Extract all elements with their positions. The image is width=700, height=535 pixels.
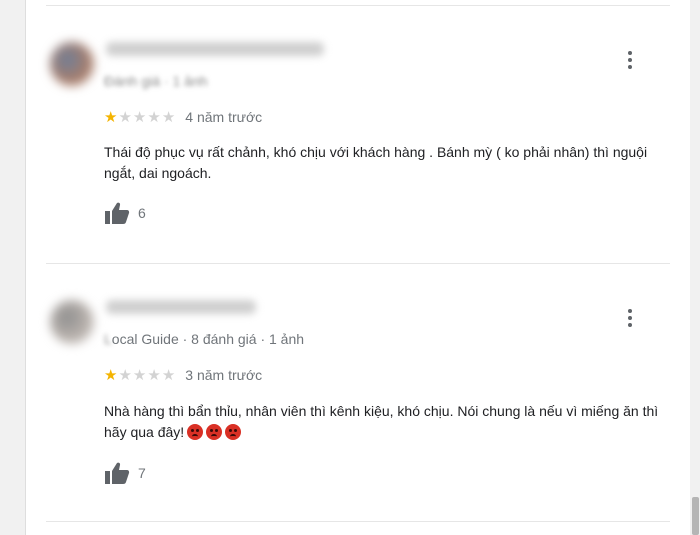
- like-count: 6: [138, 205, 146, 221]
- reviewer-meta-visible: ocal Guide · 8 đánh giá · 1 ảnh: [111, 331, 305, 347]
- more-options-button[interactable]: [622, 308, 638, 328]
- star-icon: ★: [132, 366, 147, 384]
- divider: [46, 263, 670, 264]
- star-icon: ★: [161, 108, 176, 126]
- more-options-button[interactable]: [622, 50, 638, 70]
- like-count: 7: [138, 465, 146, 481]
- scrollbar[interactable]: [690, 0, 700, 535]
- reviewer-avatar[interactable]: [50, 42, 94, 86]
- reviewer-avatar[interactable]: [50, 300, 94, 344]
- divider: [46, 521, 670, 522]
- scrollbar-thumb[interactable]: [692, 497, 699, 535]
- review-time: 4 năm trước: [185, 109, 263, 125]
- reviewer-meta-blurred: Đánh giá · 1 ảnh: [104, 73, 208, 89]
- thumbs-up-icon: [105, 202, 130, 224]
- rating-row: ★ ★ ★ ★ ★ 4 năm trước: [104, 109, 262, 125]
- star-icon: ★: [147, 366, 161, 384]
- reviewer-name[interactable]: [106, 42, 324, 56]
- star-icon: ★: [118, 366, 132, 384]
- star-icon: ★: [132, 108, 147, 126]
- star-rating: ★ ★ ★ ★ ★: [104, 110, 175, 125]
- star-icon: ★: [147, 108, 161, 126]
- reviewer-meta: Local Guide · 8 đánh giá · 1 ảnh: [104, 331, 304, 347]
- star-rating: ★ ★ ★ ★ ★: [104, 368, 175, 383]
- star-icon: ★: [118, 108, 132, 126]
- rating-row: ★ ★ ★ ★ ★ 3 năm trước: [104, 367, 262, 383]
- reviewer-name[interactable]: [106, 300, 256, 314]
- star-icon: ★: [161, 366, 176, 384]
- review-time: 3 năm trước: [185, 367, 263, 383]
- more-vert-icon: [628, 51, 632, 55]
- star-icon: ★: [104, 108, 118, 126]
- angry-face-icon: [225, 424, 242, 440]
- reviewer-meta-blurred: L: [104, 331, 112, 347]
- angry-face-icon: [187, 424, 204, 440]
- divider: [46, 5, 670, 6]
- like-button[interactable]: 6: [104, 201, 146, 225]
- more-vert-icon: [628, 309, 632, 313]
- angry-face-icon: [206, 424, 223, 440]
- like-button[interactable]: 7: [104, 461, 146, 485]
- thumbs-up-icon: [105, 462, 130, 484]
- reviews-panel: Đánh giá · 1 ảnh ★ ★ ★ ★ ★ 4 năm trước T…: [26, 0, 690, 535]
- reviewer-meta: Đánh giá · 1 ảnh: [104, 73, 208, 89]
- star-icon: ★: [104, 366, 118, 384]
- review-text-block: Nhà hàng thì bẩn thỉu, nhân viên thì kên…: [104, 401, 664, 443]
- review-text: Thái độ phục vụ rất chảnh, khó chịu với …: [104, 144, 648, 181]
